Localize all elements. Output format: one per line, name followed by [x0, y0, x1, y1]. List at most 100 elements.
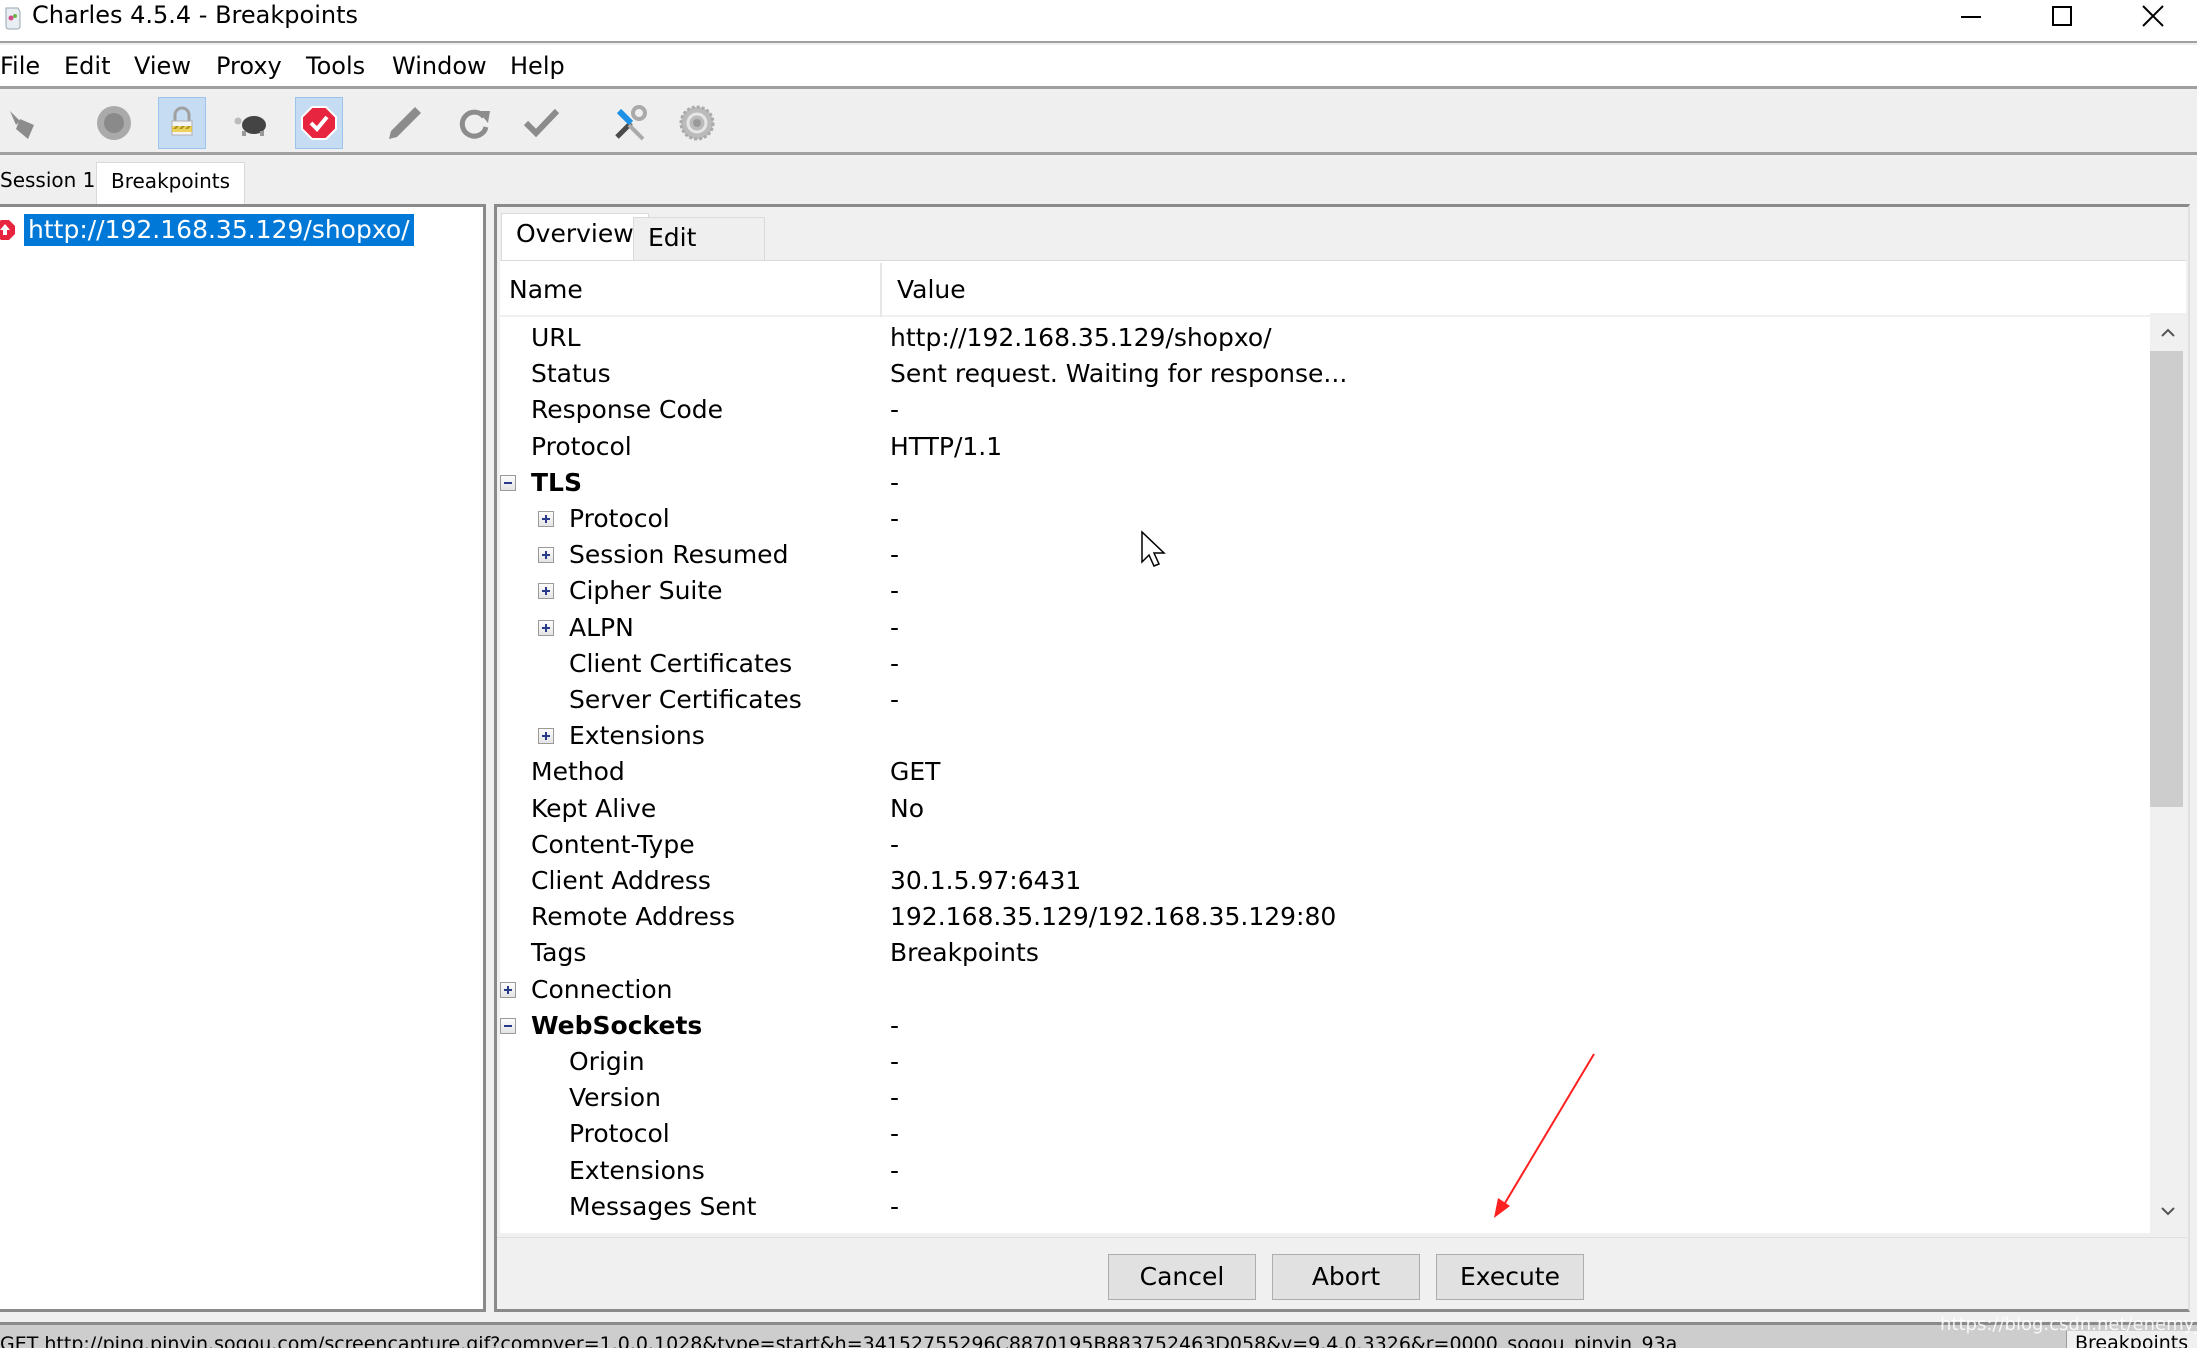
row-value: - — [890, 1047, 900, 1076]
table-row[interactable]: Extensions — [500, 718, 2150, 754]
row-name: Extensions — [569, 1155, 705, 1185]
table-row[interactable]: Status Sent request. Waiting for response… — [500, 356, 2150, 392]
row-name: Remote Address — [531, 902, 735, 932]
compose-button[interactable] — [381, 97, 429, 149]
tools-icon — [615, 105, 647, 141]
table-row[interactable]: Protocol - — [500, 501, 2150, 537]
expand-icon[interactable] — [538, 728, 554, 745]
row-name: Status — [531, 359, 611, 389]
table-row[interactable]: Client Address 30.1.5.97:6431 — [500, 863, 2150, 899]
ssl-proxying-button[interactable] — [158, 97, 206, 149]
expand-icon[interactable] — [538, 583, 554, 600]
menu-bar: File Edit View Proxy Tools Window Help — [0, 45, 2197, 89]
settings-button[interactable] — [673, 97, 721, 149]
menu-edit[interactable]: Edit — [64, 51, 110, 81]
maximize-button[interactable] — [2017, 0, 2107, 32]
table-row[interactable]: URL http://192.168.35.129/shopxo/ — [500, 320, 2150, 356]
table-row[interactable]: Response Code - — [500, 392, 2150, 428]
tab-edit-request[interactable]: Edit Request — [633, 217, 765, 292]
row-name: Response Code — [531, 395, 724, 425]
expand-icon[interactable] — [538, 619, 554, 636]
expand-icon[interactable] — [500, 981, 516, 998]
tab-overview[interactable]: Overview — [501, 213, 649, 263]
menu-window[interactable]: Window — [392, 51, 487, 81]
table-row[interactable]: Extensions - — [500, 1153, 2150, 1189]
charles-jug-icon — [5, 7, 21, 30]
validate-button[interactable] — [517, 97, 565, 149]
close-button[interactable] — [2108, 0, 2197, 32]
vertical-scrollbar[interactable] — [2150, 313, 2186, 1233]
throttle-button[interactable] — [226, 97, 274, 149]
repeat-button[interactable] — [450, 97, 498, 149]
abort-button[interactable]: Abort — [1272, 1254, 1420, 1300]
scroll-down-button[interactable] — [2150, 1193, 2186, 1229]
table-row[interactable]: Client Certificates - — [500, 646, 2150, 682]
menu-help[interactable]: Help — [510, 51, 565, 81]
menu-tools[interactable]: Tools — [306, 51, 365, 81]
table-row[interactable]: Session Resumed - — [500, 537, 2150, 573]
column-header-name[interactable]: Name — [509, 273, 583, 307]
tree-item-breakpoint-request[interactable]: http://192.168.35.129/shopxo/ — [0, 213, 414, 247]
close-icon — [2142, 5, 2164, 27]
table-row[interactable]: ALPN - — [500, 610, 2150, 646]
expand-icon[interactable] — [538, 547, 554, 564]
table-row[interactable]: Messages Received — [500, 1225, 2150, 1230]
column-header-value[interactable]: Value — [897, 273, 966, 307]
table-row[interactable]: Connection — [500, 972, 2150, 1008]
table-row[interactable]: Tags Breakpoints — [500, 935, 2150, 971]
execute-button[interactable]: Execute — [1436, 1254, 1584, 1300]
cancel-button[interactable]: Cancel — [1108, 1254, 1256, 1300]
row-name: Client Address — [531, 866, 711, 895]
row-name: TLS — [531, 467, 582, 497]
repeat-icon — [459, 109, 490, 139]
row-name: Protocol — [569, 504, 670, 533]
table-row[interactable]: Method GET — [500, 754, 2150, 790]
row-name: Cipher Suite — [569, 576, 723, 606]
menu-proxy[interactable]: Proxy — [216, 51, 282, 81]
scrollbar-thumb[interactable] — [2150, 351, 2183, 807]
column-divider[interactable] — [880, 263, 882, 317]
tab-session-1[interactable]: Session 1 — [0, 162, 109, 204]
breakpoints-button[interactable] — [295, 97, 343, 149]
table-row[interactable]: TLS - — [500, 465, 2150, 501]
menu-file[interactable]: File — [0, 51, 40, 81]
validate-icon — [523, 108, 560, 138]
table-body: URL http://192.168.35.129/shopxo/Status Se… — [500, 318, 2150, 1230]
collapse-icon[interactable] — [500, 1017, 516, 1034]
table-row[interactable]: Cipher Suite - — [500, 573, 2150, 609]
row-name: Messages Sent — [569, 1191, 757, 1221]
table-row[interactable]: Protocol HTTP/1.1 — [500, 429, 2150, 465]
settings-icon — [679, 105, 715, 141]
tab-breakpoints[interactable]: Breakpoints — [96, 162, 246, 204]
minimize-button[interactable] — [1926, 0, 2016, 32]
row-name: Extensions — [569, 721, 705, 751]
status-text: GET http://ping.pinyin.sogou.com/screenc… — [0, 1333, 1678, 1348]
tree-item-url[interactable]: http://192.168.35.129/shopxo/ — [24, 214, 414, 246]
row-name: Session Resumed — [569, 540, 789, 570]
row-name: Server Certificates — [569, 685, 802, 714]
breakpoint-icon — [301, 106, 337, 140]
table-row[interactable]: Remote Address 192.168.35.129/192.168.35.… — [500, 899, 2150, 935]
row-value: - — [890, 1155, 900, 1185]
table-row[interactable]: Server Certificates - — [500, 682, 2150, 718]
expand-icon[interactable] — [538, 511, 554, 527]
row-value: Sent request. Waiting for response... — [890, 359, 1348, 389]
table-row[interactable]: Kept Alive No — [500, 791, 2150, 827]
ssl-lock-icon — [171, 106, 193, 136]
table-row[interactable]: Messages Sent - — [500, 1189, 2150, 1225]
menu-view[interactable]: View — [134, 51, 191, 81]
record-button[interactable] — [90, 97, 138, 149]
table-row[interactable]: Origin - — [500, 1044, 2150, 1080]
table-row[interactable]: Protocol - — [500, 1116, 2150, 1152]
table-row[interactable]: WebSockets - — [500, 1008, 2150, 1044]
collapse-icon[interactable] — [500, 474, 516, 491]
row-value: - — [890, 467, 900, 497]
tools-button[interactable] — [605, 97, 653, 149]
table-row[interactable]: Content-Type - — [500, 827, 2150, 863]
row-value: - — [890, 576, 900, 606]
mouse-cursor-icon — [1141, 530, 1166, 567]
scroll-up-button[interactable] — [2150, 315, 2186, 351]
table-row[interactable]: Version - — [500, 1080, 2150, 1116]
clear-button[interactable] — [2, 97, 50, 149]
session-tabs: Session 1 Breakpoints — [0, 158, 2197, 204]
